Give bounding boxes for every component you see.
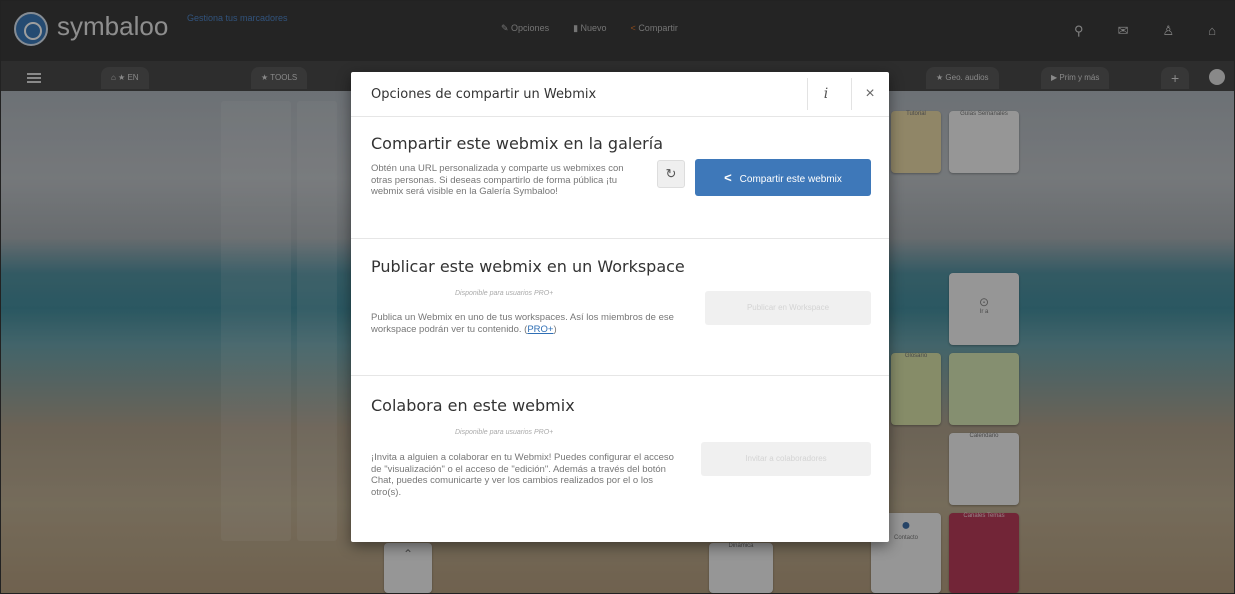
workspace-text-end: ) [553, 323, 557, 335]
share-gallery-title: Compartir este webmix en la galería [371, 134, 664, 153]
share-icon: < [724, 170, 732, 185]
dialog-header: Opciones de compartir un Webmix i × [351, 72, 889, 117]
app-window: symbaloo Gestiona tus marcadores ✎ Opcio… [0, 0, 1235, 594]
dialog-title: Opciones de compartir un Webmix [371, 87, 597, 102]
history-icon[interactable]: ↻ [657, 160, 685, 188]
workspace-pro-note: Disponible para usuarios PRO+ [455, 290, 554, 297]
share-button-label: Compartir este webmix [739, 174, 842, 185]
collaborate-title: Colabora en este webmix [371, 396, 575, 415]
share-gallery-text: Obtén una URL personalizada y comparte u… [371, 163, 624, 197]
publish-workspace-button: Publicar en Workspace [705, 291, 871, 325]
workspace-title: Publicar este webmix en un Workspace [371, 257, 685, 276]
workspace-text-body: Publica un Webmix en uno de tus workspac… [371, 312, 674, 335]
share-webmix-dialog: Opciones de compartir un Webmix i × Comp… [351, 72, 889, 542]
pro-link[interactable]: PRO+ [527, 324, 553, 335]
collaborate-pro-note: Disponible para usuarios PRO+ [455, 429, 554, 436]
close-button[interactable]: × [851, 78, 888, 110]
info-button[interactable]: i [807, 78, 844, 110]
collaborate-section: Colabora en este webmix Disponible para … [351, 376, 889, 542]
workspace-text: Publica un Webmix en uno de tus workspac… [371, 312, 691, 335]
invite-collaborators-button: Invitar a colaboradores [701, 442, 871, 476]
share-webmix-button[interactable]: < Compartir este webmix [695, 159, 871, 196]
share-gallery-section: Compartir este webmix en la galería Obté… [351, 117, 889, 239]
collaborate-text: ¡Invita a alguien a colaborar en tu Webm… [371, 452, 674, 498]
workspace-section: Publicar este webmix en un Workspace Dis… [351, 239, 889, 376]
